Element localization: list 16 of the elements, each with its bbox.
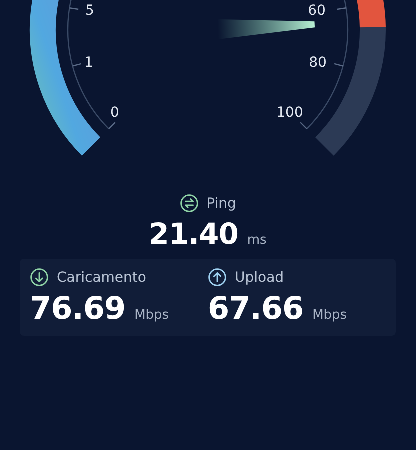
scale-label: 60 <box>308 3 326 19</box>
result-label: Upload <box>235 270 284 286</box>
result-value: 67.66 <box>208 291 304 327</box>
scale-label: 1 <box>84 55 94 71</box>
result-label: Caricamento <box>57 270 146 286</box>
scale-label: 5 <box>86 3 94 19</box>
scale-label: 80 <box>309 55 327 71</box>
ping-unit: ms <box>247 233 267 248</box>
ping-label: Ping <box>206 196 236 212</box>
ping-value: 21.40 <box>149 217 238 251</box>
result-unit: Mbps <box>134 308 170 323</box>
result-value: 76.69 <box>30 291 126 327</box>
scale-label: 0 <box>110 105 120 121</box>
result-unit: Mbps <box>312 308 348 323</box>
arrows-icon <box>180 194 199 213</box>
scale-label: 100 <box>276 105 304 121</box>
